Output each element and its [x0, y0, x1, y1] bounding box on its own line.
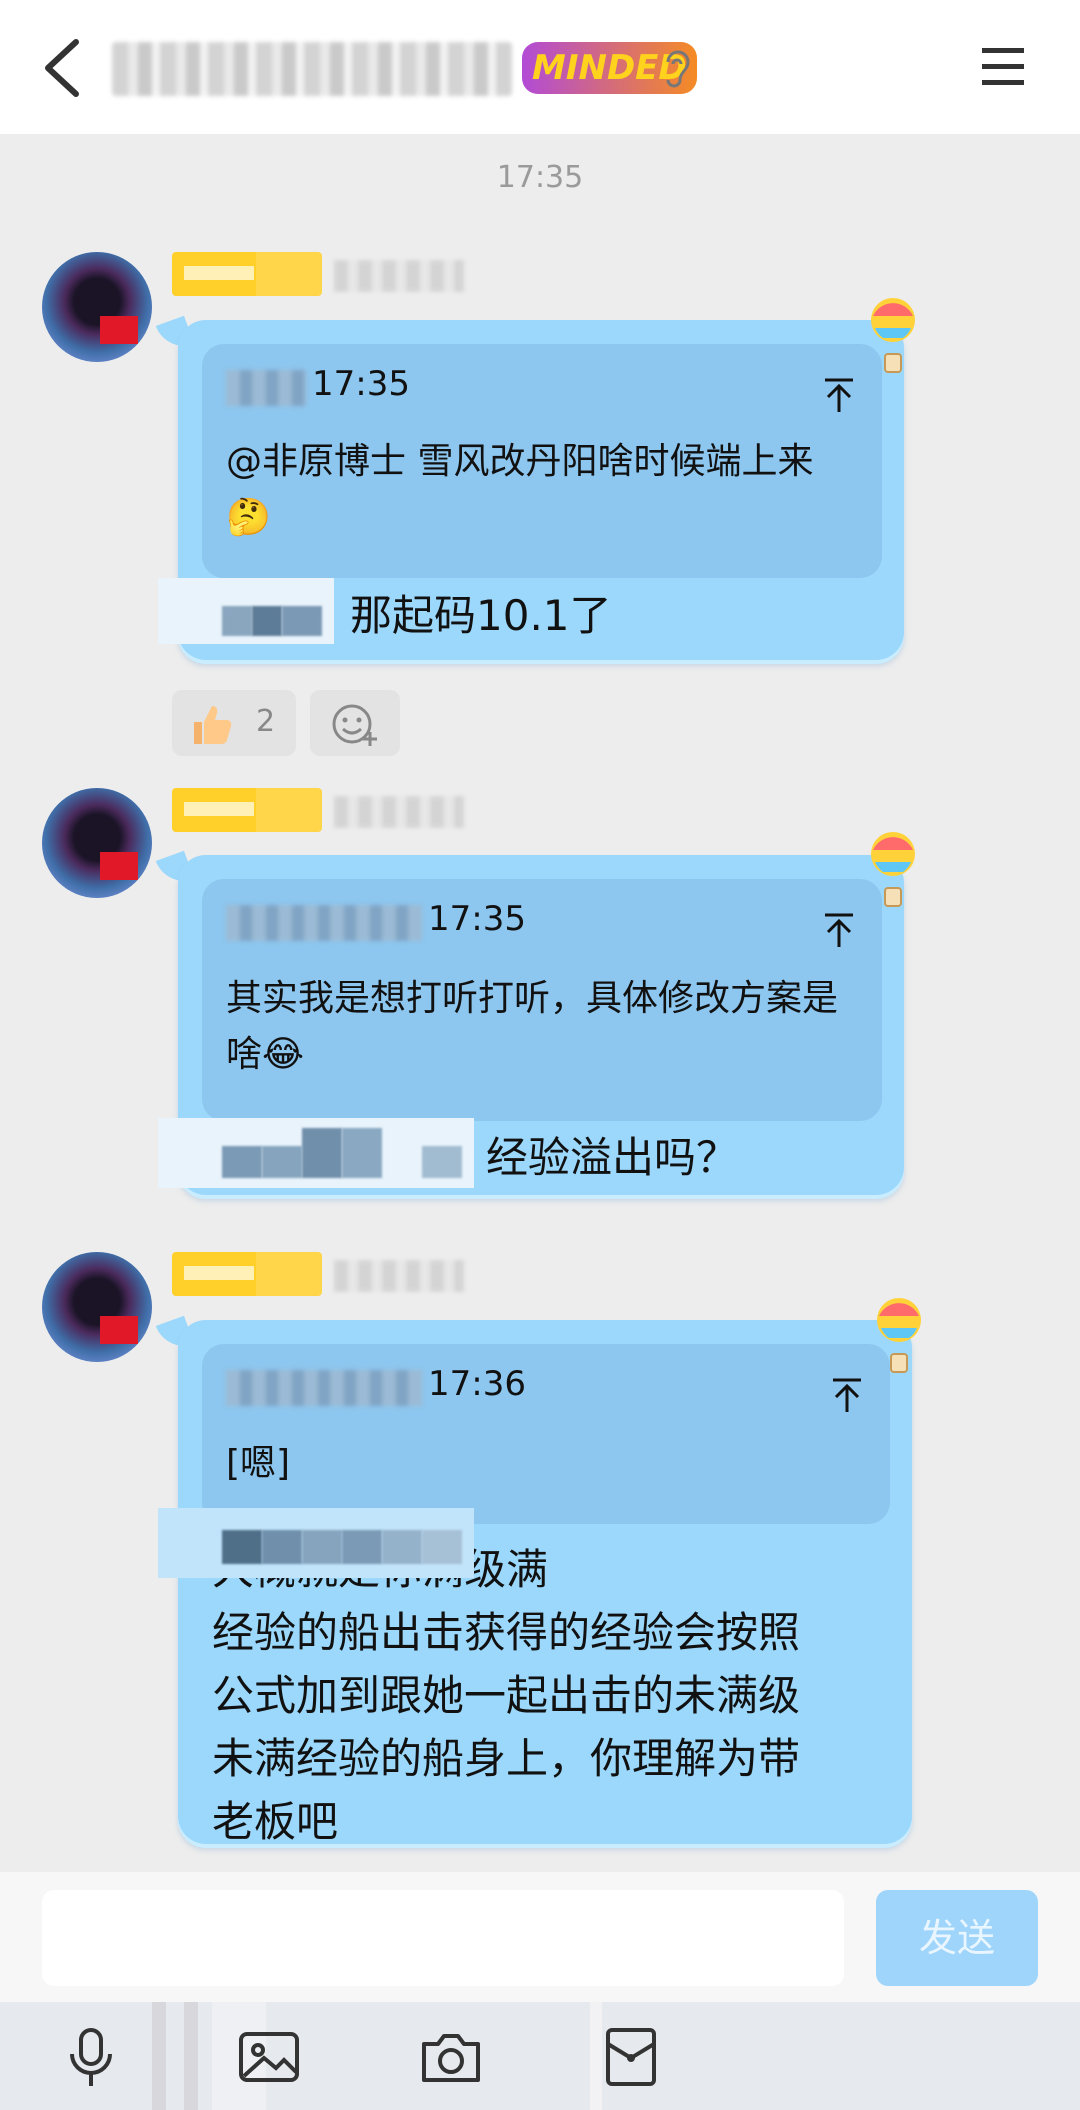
- quoted-time: 17:35: [312, 364, 410, 404]
- mention-blurred: [158, 578, 334, 644]
- menu-icon[interactable]: [978, 44, 1028, 90]
- avatar[interactable]: [42, 788, 152, 898]
- quoted-text: 其实我是想打听打听，具体修改方案是啥😂: [226, 978, 839, 1075]
- chat-header: MINDED: [0, 0, 1080, 134]
- pin-to-top-icon[interactable]: [830, 1376, 864, 1414]
- message-input[interactable]: [42, 1890, 844, 1986]
- quoted-sender-blurred: [226, 1370, 422, 1406]
- member-title-tag: [172, 252, 322, 296]
- quoted-message[interactable]: 17:35 @非原博士 雪风改丹阳啥时候端上来 🤔: [202, 344, 882, 578]
- camera-icon[interactable]: [418, 2024, 484, 2090]
- member-title-tag: [172, 788, 322, 832]
- message-text: 经验溢出吗？: [486, 1133, 739, 1182]
- sender-name-blurred: [334, 260, 464, 292]
- quoted-sender-blurred: [226, 905, 422, 941]
- quoted-message[interactable]: 17:35 其实我是想打听打听，具体修改方案是啥😂: [202, 879, 882, 1121]
- reaction-thumbs-up[interactable]: 2: [172, 690, 296, 756]
- quoted-text: @非原博士 雪风改丹阳啥时候端上来 🤔: [226, 441, 814, 538]
- balloon-icon: [871, 298, 915, 373]
- ear-icon[interactable]: [660, 48, 694, 88]
- add-reaction-button[interactable]: [310, 690, 400, 756]
- pin-to-top-icon[interactable]: [822, 376, 856, 414]
- toolbar-divider: [152, 2002, 166, 2110]
- member-title-tag: [172, 1252, 322, 1296]
- quoted-time: 17:36: [428, 1364, 526, 1404]
- message-text: 那起码10.1了: [350, 591, 612, 640]
- balloon-icon: [871, 832, 915, 907]
- bottom-toolbar: [0, 2002, 1080, 2110]
- quoted-time: 17:35: [428, 899, 526, 939]
- mention-blurred: [158, 1508, 474, 1578]
- mention-blurred: [158, 1118, 474, 1188]
- message-input-bar: 发送: [0, 1872, 1080, 2002]
- image-icon[interactable]: [236, 2024, 302, 2090]
- reaction-count: 2: [256, 704, 276, 739]
- quoted-text: [嗯]: [226, 1443, 291, 1484]
- quoted-sender-blurred: [226, 370, 306, 406]
- balloon-icon: [877, 1298, 921, 1373]
- avatar[interactable]: [42, 252, 152, 362]
- red-packet-icon[interactable]: [598, 2024, 664, 2090]
- quoted-message[interactable]: 17:36 [嗯]: [202, 1344, 890, 1524]
- message-text: 大概就是你满级满 经验的船出击获得的经验会按照 公式加到跟她一起出击的未满级 未…: [212, 1545, 801, 1846]
- pin-to-top-icon[interactable]: [822, 911, 856, 949]
- timestamp-divider: 17:35: [496, 160, 584, 195]
- add-reaction-icon: [332, 704, 377, 746]
- microphone-icon[interactable]: [58, 2024, 124, 2090]
- sender-name-blurred: [334, 1260, 464, 1292]
- send-button[interactable]: 发送: [876, 1890, 1038, 1986]
- sender-name-blurred: [334, 796, 464, 828]
- back-arrow-icon[interactable]: [34, 36, 94, 100]
- avatar[interactable]: [42, 1252, 152, 1362]
- chat-title-blurred[interactable]: [112, 42, 512, 96]
- thumbs-up-icon: [194, 706, 232, 744]
- toolbar-divider: [184, 2002, 198, 2110]
